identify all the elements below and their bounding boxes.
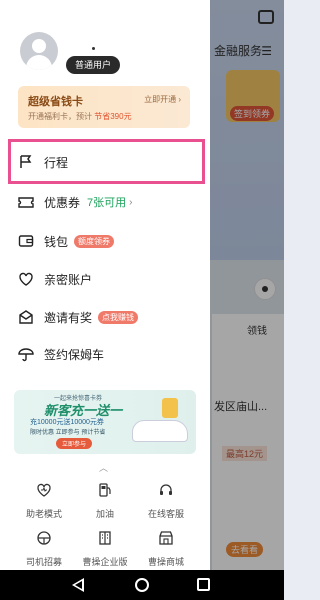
fuel-icon xyxy=(99,483,111,497)
mail-icon xyxy=(19,310,33,324)
vip-subtitle: 开通福利卡，预计 节省390元 xyxy=(28,112,132,121)
promo-line2: 限时优惠 立即参与 预计节省 xyxy=(30,430,106,436)
grid-label-online-service: 在线客服 xyxy=(147,509,184,519)
grid-label-elder-mode: 助老模式 xyxy=(25,509,62,519)
wallet-tag: 额度领券 xyxy=(74,234,115,248)
grid-label-enterprise: 曹操企业版 xyxy=(82,557,128,567)
ticket-icon xyxy=(18,197,34,208)
coin-icon xyxy=(162,398,178,418)
grid-item-elder-mode[interactable]: 助老模式 xyxy=(14,482,74,520)
menu-item-trips[interactable]: 行程 xyxy=(18,150,68,174)
heart-icon xyxy=(19,272,33,286)
menu-label-coupons: 优惠券 xyxy=(44,195,81,210)
vip-title: 超级省钱卡 xyxy=(28,96,83,108)
steering-wheel-icon xyxy=(37,531,51,545)
headset-icon xyxy=(160,484,172,495)
coupon-count: 7张可用 xyxy=(87,197,127,209)
menu-item-coupons[interactable]: 优惠券 7张可用 › xyxy=(18,190,132,214)
drawer-overlay[interactable] xyxy=(210,0,284,570)
recent-apps-icon[interactable] xyxy=(197,578,210,591)
grid-item-online-service[interactable]: 在线客服 xyxy=(136,482,196,520)
grid-label-mall: 曹操商城 xyxy=(147,557,184,567)
chevron-right-icon: › xyxy=(129,196,133,208)
home-icon[interactable] xyxy=(135,578,149,592)
invite-tag: 点我赚钱 xyxy=(98,310,139,324)
menu-label-family: 亲密账户 xyxy=(44,272,93,287)
vip-open-link[interactable]: 立即开通 › xyxy=(144,94,181,105)
username-dot xyxy=(92,47,95,50)
menu-label-wallet: 钱包 xyxy=(44,234,69,249)
menu-item-invite[interactable]: 邀请有奖 点我赚钱 xyxy=(18,305,139,329)
grid-item-mall[interactable]: 曹操商城 xyxy=(136,530,196,568)
promo-button[interactable]: 立即参与 xyxy=(56,438,93,449)
menu-item-family[interactable]: 亲密账户 xyxy=(18,267,92,291)
grid-item-driver-recruit[interactable]: 司机招募 xyxy=(14,530,74,568)
menu-label-nanny: 签约保姆车 xyxy=(44,347,105,362)
flag-icon xyxy=(20,155,32,168)
building-icon xyxy=(99,531,111,545)
grid-item-enterprise[interactable]: 曹操企业版 xyxy=(75,530,135,568)
menu-label-invite: 邀请有奖 xyxy=(44,310,93,325)
menu-item-nanny[interactable]: 签约保姆车 xyxy=(18,342,104,366)
car-icon xyxy=(132,420,188,442)
elder-heart-icon xyxy=(37,483,51,497)
menu-item-wallet[interactable]: 钱包 额度领券 xyxy=(18,229,115,253)
promo-line1: 充10000元送10000元券 xyxy=(30,419,104,426)
system-nav-bar xyxy=(0,570,284,600)
vip-card[interactable]: 超级省钱卡 立即开通 › 开通福利卡，预计 节省390元 xyxy=(18,86,190,128)
avatar[interactable] xyxy=(20,32,58,70)
umbrella-icon xyxy=(18,348,34,362)
user-level-badge: 普通用户 xyxy=(66,56,121,74)
side-drawer: 普通用户 超级省钱卡 立即开通 › 开通福利卡，预计 节省390元 行程 优惠券… xyxy=(0,0,210,570)
wallet-icon xyxy=(18,235,34,247)
store-icon xyxy=(159,531,173,545)
back-icon[interactable] xyxy=(72,578,84,592)
grid-item-fuel[interactable]: 加油 xyxy=(75,482,135,520)
grid-label-fuel: 加油 xyxy=(95,509,114,519)
grid-label-driver-recruit: 司机招募 xyxy=(25,557,62,567)
menu-label-trips: 行程 xyxy=(44,155,69,170)
chevron-up-icon[interactable]: ︿ xyxy=(99,461,108,474)
promo-banner[interactable]: 一起来抢惊喜卡券 新客充一送一 充10000元送10000元券 限时优惠 立即参… xyxy=(14,390,196,454)
